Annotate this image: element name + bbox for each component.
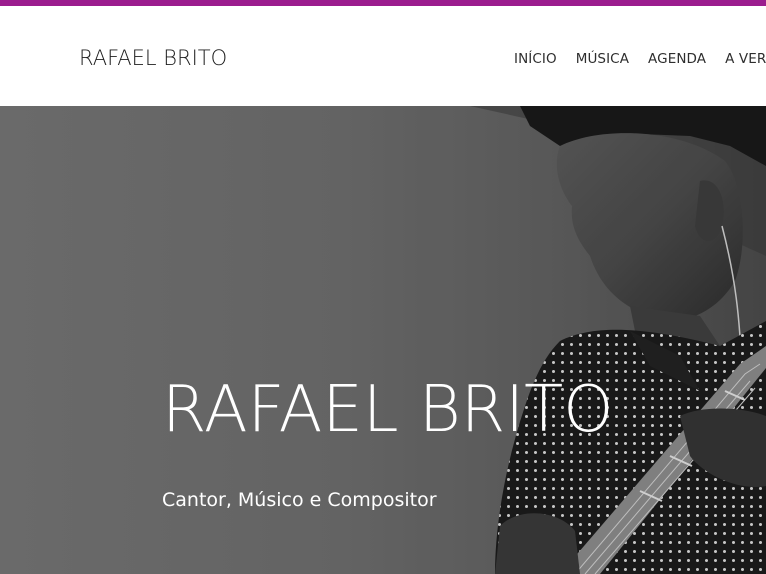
site-title-link[interactable]: RAFAEL BRITO (79, 46, 227, 70)
hero-section: RAFAEL BRITO Cantor, Músico e Compositor (0, 106, 766, 574)
hero-title: RAFAEL BRITO (162, 373, 614, 447)
page: RAFAEL BRITO INÍCIO MÚSICA AGENDA A VER (0, 0, 766, 574)
site-header: RAFAEL BRITO INÍCIO MÚSICA AGENDA A VER (0, 6, 766, 106)
nav-item-a-ver[interactable]: A VER (725, 51, 766, 67)
nav-item-musica[interactable]: MÚSICA (576, 51, 629, 67)
nav-item-inicio[interactable]: INÍCIO (514, 51, 557, 67)
nav-item-agenda[interactable]: AGENDA (648, 51, 706, 67)
hero-subtitle: Cantor, Músico e Compositor (162, 489, 437, 511)
main-nav: INÍCIO MÚSICA AGENDA A VER (514, 51, 766, 67)
